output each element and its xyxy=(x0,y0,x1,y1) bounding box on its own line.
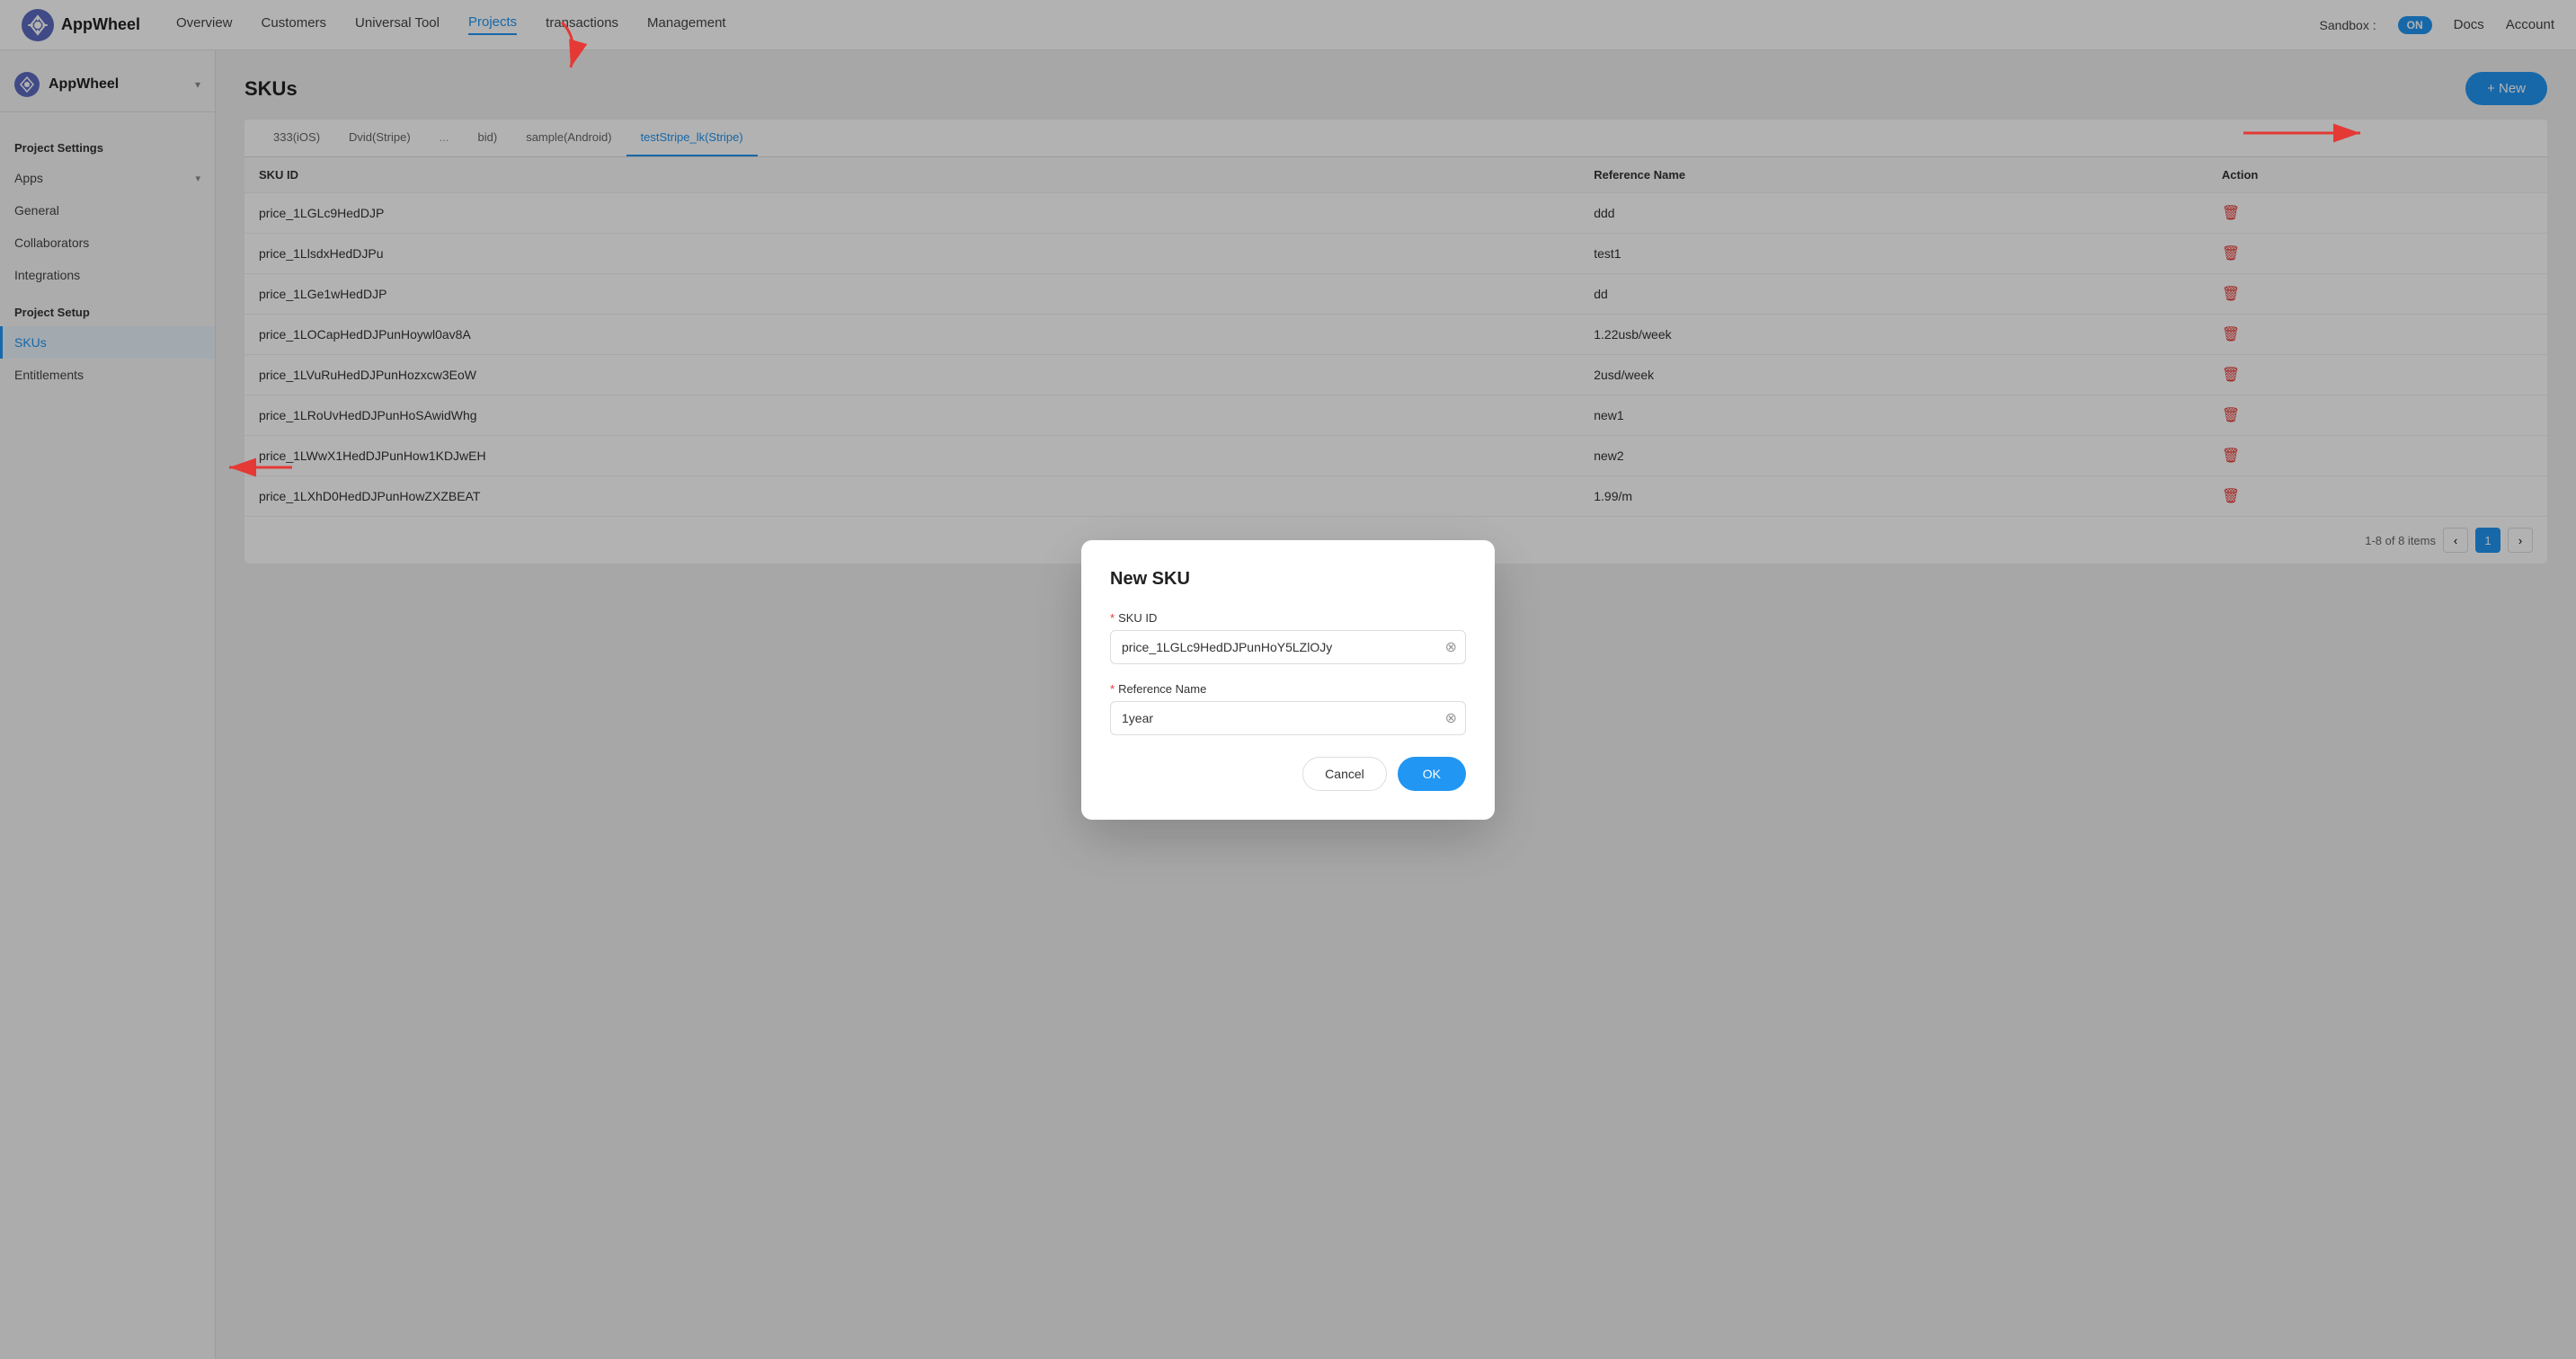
cancel-button[interactable]: Cancel xyxy=(1302,757,1387,791)
reference-name-input-wrapper: ⊗ xyxy=(1110,701,1466,735)
modal-title: New SKU xyxy=(1110,569,1466,590)
sku-id-input-wrapper: ⊗ xyxy=(1110,630,1466,664)
new-sku-modal: New SKU * SKU ID ⊗ * Reference Name ⊗ Ca… xyxy=(1081,540,1495,820)
sku-id-group: * SKU ID ⊗ xyxy=(1110,611,1466,664)
reference-name-input[interactable] xyxy=(1110,701,1466,735)
modal-overlay[interactable]: New SKU * SKU ID ⊗ * Reference Name ⊗ Ca… xyxy=(0,0,2576,1359)
reference-name-label: * Reference Name xyxy=(1110,682,1466,696)
sku-id-required: * xyxy=(1110,611,1115,625)
ref-name-clear-icon[interactable]: ⊗ xyxy=(1445,709,1457,727)
reference-name-group: * Reference Name ⊗ xyxy=(1110,682,1466,735)
sku-id-label: * SKU ID xyxy=(1110,611,1466,625)
ref-name-required: * xyxy=(1110,682,1115,696)
sku-id-input[interactable] xyxy=(1110,630,1466,664)
ok-button[interactable]: OK xyxy=(1398,757,1466,791)
modal-footer: Cancel OK xyxy=(1110,757,1466,791)
sku-id-clear-icon[interactable]: ⊗ xyxy=(1445,638,1457,656)
